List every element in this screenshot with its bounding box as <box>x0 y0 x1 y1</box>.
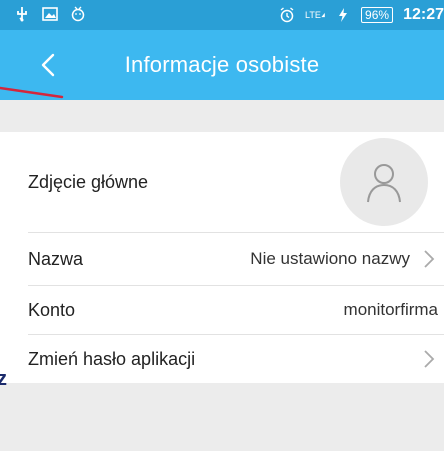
alarm-icon <box>279 7 295 23</box>
row-main-photo-label: Zdjęcie główne <box>28 171 149 192</box>
annotation-red-line <box>0 86 64 99</box>
section-gap-bottom <box>0 383 444 451</box>
chevron-right-icon <box>424 250 435 268</box>
section-gap-top <box>0 100 444 132</box>
row-change-password[interactable]: Zmień hasło aplikacji <box>0 335 444 383</box>
usb-icon <box>14 6 30 22</box>
row-change-password-label: Zmień hasło aplikacji <box>28 348 196 369</box>
battery-icon: 96% <box>361 7 394 23</box>
clock-time: 12:27 <box>403 6 444 23</box>
status-bar: LTE 96% 12:27 <box>0 0 444 30</box>
signal-icon: LTE <box>305 7 325 23</box>
row-account: Konto monitorfirma <box>0 286 444 334</box>
row-account-label: Konto <box>28 299 76 320</box>
row-main-photo[interactable]: Zdjęcie główne <box>0 132 444 232</box>
row-name-value: Nie ustawiono nazwy <box>250 249 410 268</box>
annotation-letter: z <box>0 368 7 390</box>
row-account-value: monitorfirma <box>343 300 438 319</box>
face-icon <box>70 6 86 22</box>
person-icon <box>367 164 401 203</box>
charging-icon <box>335 7 351 23</box>
chevron-right-icon <box>424 350 435 368</box>
row-name[interactable]: Nazwa Nie ustawiono nazwy <box>0 233 444 285</box>
image-icon <box>42 6 58 22</box>
avatar[interactable] <box>340 138 428 226</box>
row-name-label: Nazwa <box>28 248 84 269</box>
